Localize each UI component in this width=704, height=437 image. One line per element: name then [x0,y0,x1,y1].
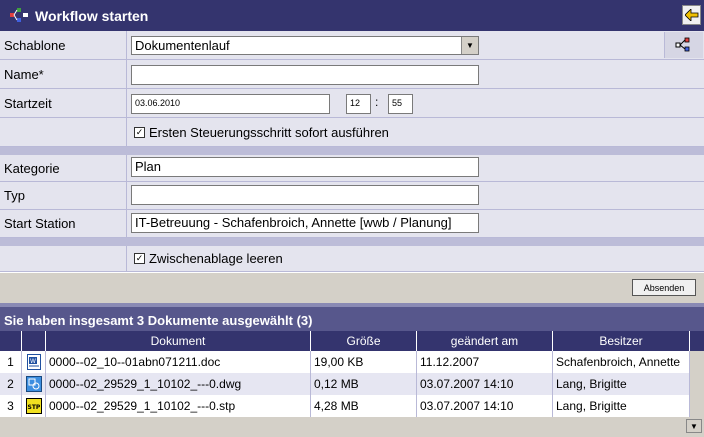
document-owner: Lang, Brigitte [553,373,690,395]
document-table-header: Dokument Größe geändert am Besitzer [0,331,704,351]
start-station-input[interactable]: IT-Betreuung - Schafenbroich, Annette [w… [131,213,479,233]
type-input[interactable] [131,185,479,205]
name-label: Name* [4,66,44,82]
template-label: Schablone [4,37,66,53]
arrow-left-icon [684,9,698,21]
row-first-step: ✓ Ersten Steuerungsschritt sofort ausfüh… [0,118,704,147]
section-divider [0,147,704,155]
document-size: 4,28 MB [311,395,417,417]
selection-summary: Sie haben insgesamt 3 Dokumente ausgewäh… [4,313,313,328]
time-separator: : [375,95,379,109]
row-start-time: Startzeit 03.06.2010 12 : 55 [0,89,704,118]
title-bar: Workflow starten [0,0,704,31]
table-row[interactable]: 1 W 0000--02_10--01abn071211.doc 19,00 K… [0,351,690,373]
table-row[interactable]: 2 0000--02_29529_1_10102_---0.dwg 0,12 M… [0,373,690,395]
document-owner: Lang, Brigitte [553,395,690,417]
word-document-icon: W [22,351,46,373]
table-empty-area [0,417,690,437]
clear-clipboard-checkbox[interactable]: ✓ [134,253,145,264]
column-icon [22,331,46,351]
clear-clipboard-label: Zwischenablage leeren [149,251,283,266]
first-step-label: Ersten Steuerungsschritt sofort ausführe… [149,124,389,140]
document-name: 0000--02_29529_1_10102_---0.dwg [46,373,311,395]
back-button[interactable] [682,5,701,25]
row-number: 1 [0,351,22,373]
chevron-down-icon[interactable]: ▼ [461,37,478,54]
start-time-label: Startzeit [4,95,52,111]
document-modified: 03.07.2007 14:10 [417,395,553,417]
name-input[interactable] [131,65,479,85]
dwg-drawing-icon [22,373,46,395]
scroll-down-button[interactable]: ▼ [686,419,702,433]
row-start-station: Start Station IT-Betreuung - Schafenbroi… [0,210,704,238]
workflow-tree-icon [675,37,690,52]
template-select-value: Dokumentenlauf [135,38,230,53]
document-size: 0,12 MB [311,373,417,395]
column-modified[interactable]: geändert am [417,331,553,351]
document-name: 0000--02_10--01abn071211.doc [46,351,311,373]
category-label: Kategorie [4,160,60,176]
column-number [0,331,22,351]
category-input[interactable]: Plan [131,157,479,177]
window-title: Workflow starten [35,8,149,24]
row-number: 3 [0,395,22,417]
row-template: Schablone Dokumentenlauf ▼ [0,31,704,60]
start-station-label: Start Station [4,216,76,231]
first-step-checkbox[interactable]: ✓ [134,126,145,138]
table-row[interactable]: 3 STP 0000--02_29529_1_10102_---0.stp 4,… [0,395,690,417]
document-owner: Schafenbroich, Annette [553,351,690,373]
svg-text:W: W [30,358,36,365]
row-name: Name* [0,60,704,89]
template-select[interactable]: Dokumentenlauf ▼ [131,36,479,55]
action-bar: Absenden [0,272,704,303]
column-size[interactable]: Größe [311,331,417,351]
selection-header: Sie haben insgesamt 3 Dokumente ausgewäh… [0,303,704,331]
row-number: 2 [0,373,22,395]
section-divider [0,238,704,246]
row-type: Typ [0,182,704,210]
type-label: Typ [4,188,25,203]
start-minute-input[interactable]: 55 [388,94,413,114]
submit-button[interactable]: Absenden [632,279,696,296]
document-size: 19,00 KB [311,351,417,373]
row-clear-clipboard: ✓ Zwischenablage leeren [0,246,704,272]
row-category: Kategorie Plan [0,155,704,182]
start-date-input[interactable]: 03.06.2010 [131,94,330,114]
svg-text:STP: STP [27,404,40,411]
column-owner[interactable]: Besitzer [553,331,690,351]
workflow-icon [10,8,28,22]
start-hour-input[interactable]: 12 [346,94,371,114]
document-name: 0000--02_29529_1_10102_---0.stp [46,395,311,417]
column-document[interactable]: Dokument [46,331,311,351]
document-modified: 03.07.2007 14:10 [417,373,553,395]
document-modified: 11.12.2007 [417,351,553,373]
stp-file-icon: STP [22,395,46,417]
template-workflow-button[interactable] [664,32,703,58]
